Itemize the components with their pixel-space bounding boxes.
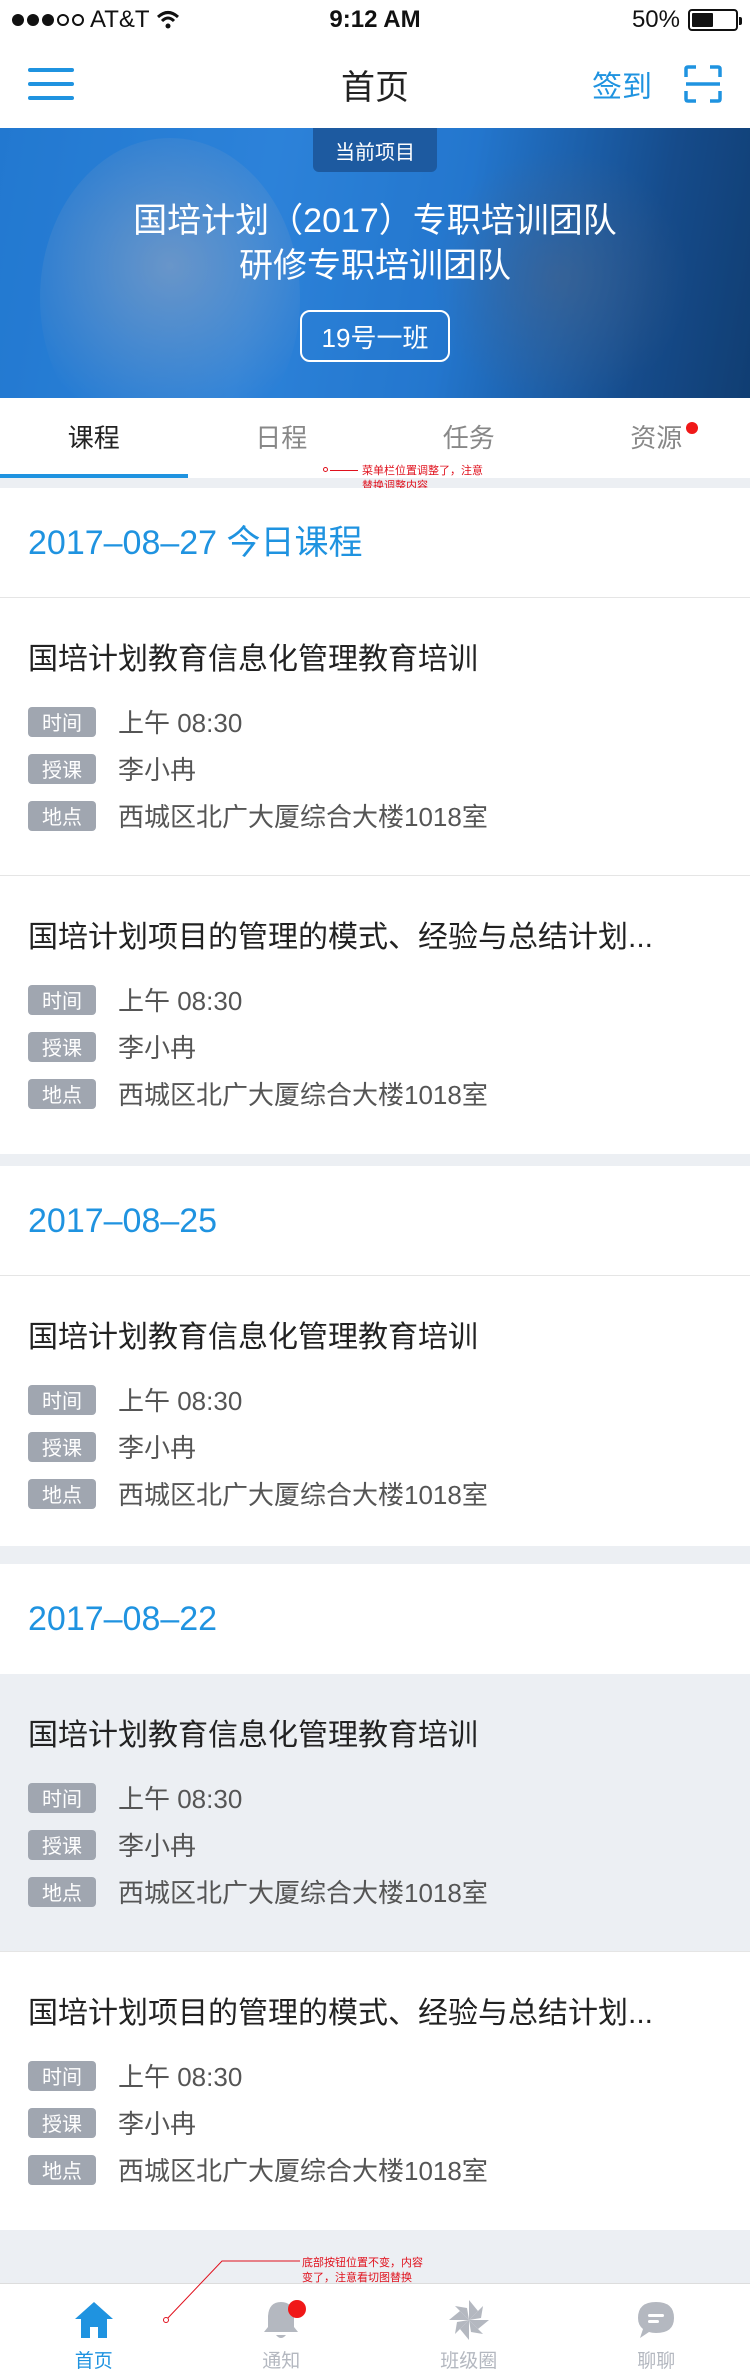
course-title: 国培计划项目的管理的模式、经验与总结计划...	[28, 921, 654, 954]
hamburger-menu-icon[interactable]	[28, 64, 74, 104]
nav-bar: 首页 签到	[0, 40, 750, 128]
course-card[interactable]: 国培计划项目的管理的模式、经验与总结计划... 时间 上午 08:30 授课 李小冉…	[0, 876, 750, 1154]
course-teacher: 李小冉	[118, 1433, 197, 1463]
course-card[interactable]: 国培计划教育信息化管理教育培训 时间 上午 08:30 授课 李小冉 地点 西城区北广…	[0, 1674, 750, 1952]
bottom-tab-bar: 首页 通知 班级圈 聊聊	[0, 2283, 750, 2379]
date-section: 2017–08–25 国培计划教育信息化管理教育培训 时间 上午 08:30 授课…	[0, 1166, 750, 1546]
course-place: 西城区北广大厦综合大楼1018室	[118, 802, 488, 832]
tab-courses[interactable]: 课程	[0, 398, 188, 478]
status-carrier-group: AT&T	[12, 6, 180, 34]
battery-icon	[688, 9, 742, 31]
teacher-tag: 授课	[28, 1431, 96, 1462]
bottom-tab-label: 班级圈	[440, 2351, 498, 2372]
tab-resources-label: 资源	[630, 423, 683, 453]
pinwheel-icon	[448, 2300, 489, 2340]
course-place: 西城区北广大厦综合大楼1018室	[118, 1480, 488, 1510]
time-tag: 时间	[28, 1782, 96, 1813]
bottom-tab-label: 首页	[74, 2351, 113, 2372]
wifi-icon	[156, 11, 179, 29]
battery-percent: 50%	[631, 6, 680, 33]
date-section: 2017–08–22 国培计划教育信息化管理教育培训 时间 上午 08:30 授课…	[0, 1564, 750, 2230]
project-title-line2: 研修专职培训团队	[239, 247, 511, 285]
course-title: 国培计划教育信息化管理教育培训	[28, 1719, 478, 1752]
date-section: 2017–08–27 今日课程 国培计划教育信息化管理教育培训 时间 上午 08:…	[0, 488, 750, 1154]
annotation-line	[330, 470, 358, 471]
tab-schedule[interactable]: 日程	[188, 398, 376, 478]
current-project-tag: 当前项目	[313, 128, 437, 172]
time-tag: 时间	[28, 2060, 96, 2091]
course-teacher: 李小冉	[118, 1831, 197, 1861]
place-tag: 地点	[28, 1876, 96, 1907]
project-banner: 当前项目 国培计划（2017）专职培训团队 研修专职培训团队 19号一班	[0, 128, 750, 398]
course-title: 国培计划教育信息化管理教育培训	[28, 1321, 478, 1354]
course-time: 上午 08:30	[118, 708, 243, 738]
course-card[interactable]: 国培计划项目的管理的模式、经验与总结计划... 时间 上午 08:30 授课 李小冉…	[0, 1952, 750, 2230]
class-selector-button[interactable]: 19号一班	[300, 310, 450, 362]
place-tag: 地点	[28, 1478, 96, 1509]
time-tag: 时间	[28, 706, 96, 737]
chat-bubble-icon	[638, 2302, 675, 2338]
course-teacher: 李小冉	[118, 1033, 197, 1063]
teacher-tag: 授课	[28, 753, 96, 784]
status-battery-group: 50%	[631, 6, 742, 34]
carrier-label: AT&T	[90, 6, 150, 33]
battery-fill	[692, 13, 713, 27]
place-tag: 地点	[28, 800, 96, 831]
course-teacher: 李小冉	[118, 2109, 197, 2139]
bottom-annotation-note: 底部按钮位置不变，内容 变了，注意看切图替换	[302, 2257, 423, 2284]
bottom-tab-class-circle[interactable]: 班级圈	[375, 2284, 563, 2379]
date-heading: 2017–08–25	[0, 1166, 750, 1276]
signal-strength-icon	[12, 14, 84, 26]
annotation-line	[163, 2260, 300, 2323]
checkin-button[interactable]: 签到	[592, 62, 652, 106]
annotation-marker	[323, 467, 328, 472]
course-place: 西城区北广大厦综合大楼1018室	[118, 1878, 488, 1908]
course-card[interactable]: 国培计划教育信息化管理教育培训 时间 上午 08:30 授课 李小冉 地点 西城区北广…	[0, 1276, 750, 1546]
date-heading: 2017–08–27 今日课程	[0, 488, 750, 598]
teacher-tag: 授课	[28, 1031, 96, 1062]
nav-actions: 签到	[592, 40, 722, 128]
course-time: 上午 08:30	[118, 2062, 243, 2092]
course-time: 上午 08:30	[118, 1784, 243, 1814]
home-icon	[74, 2302, 113, 2338]
date-heading: 2017–08–22	[28, 1600, 218, 1638]
time-tag: 时间	[28, 1384, 96, 1415]
course-time: 上午 08:30	[118, 1386, 243, 1416]
course-place: 西城区北广大厦综合大楼1018室	[118, 1080, 488, 1110]
scan-icon[interactable]	[684, 65, 722, 103]
course-place: 西城区北广大厦综合大楼1018室	[118, 2156, 488, 2186]
resources-badge	[686, 422, 698, 434]
page-title: 首页	[341, 68, 409, 107]
time-tag: 时间	[28, 984, 96, 1015]
course-time: 上午 08:30	[118, 986, 243, 1016]
teacher-tag: 授课	[28, 1829, 96, 1860]
course-teacher: 李小冉	[118, 755, 197, 785]
status-bar: AT&T 9:12 AM 50%	[0, 0, 750, 40]
teacher-tag: 授课	[28, 2107, 96, 2138]
tab-resources[interactable]: 资源	[563, 398, 750, 478]
project-title-line1: 国培计划（2017）专职培训团队	[133, 202, 617, 240]
place-tag: 地点	[28, 2154, 96, 2185]
course-title: 国培计划项目的管理的模式、经验与总结计划...	[28, 1997, 654, 2030]
bottom-tab-label: 聊聊	[637, 2351, 676, 2372]
bottom-tab-label: 通知	[262, 2351, 301, 2372]
place-tag: 地点	[28, 1078, 96, 1109]
bottom-tab-chat[interactable]: 聊聊	[563, 2284, 750, 2379]
course-title: 国培计划教育信息化管理教育培训	[28, 643, 478, 676]
course-card[interactable]: 国培计划教育信息化管理教育培训 时间 上午 08:30 授课 李小冉 地点 西城区北广…	[0, 598, 750, 876]
